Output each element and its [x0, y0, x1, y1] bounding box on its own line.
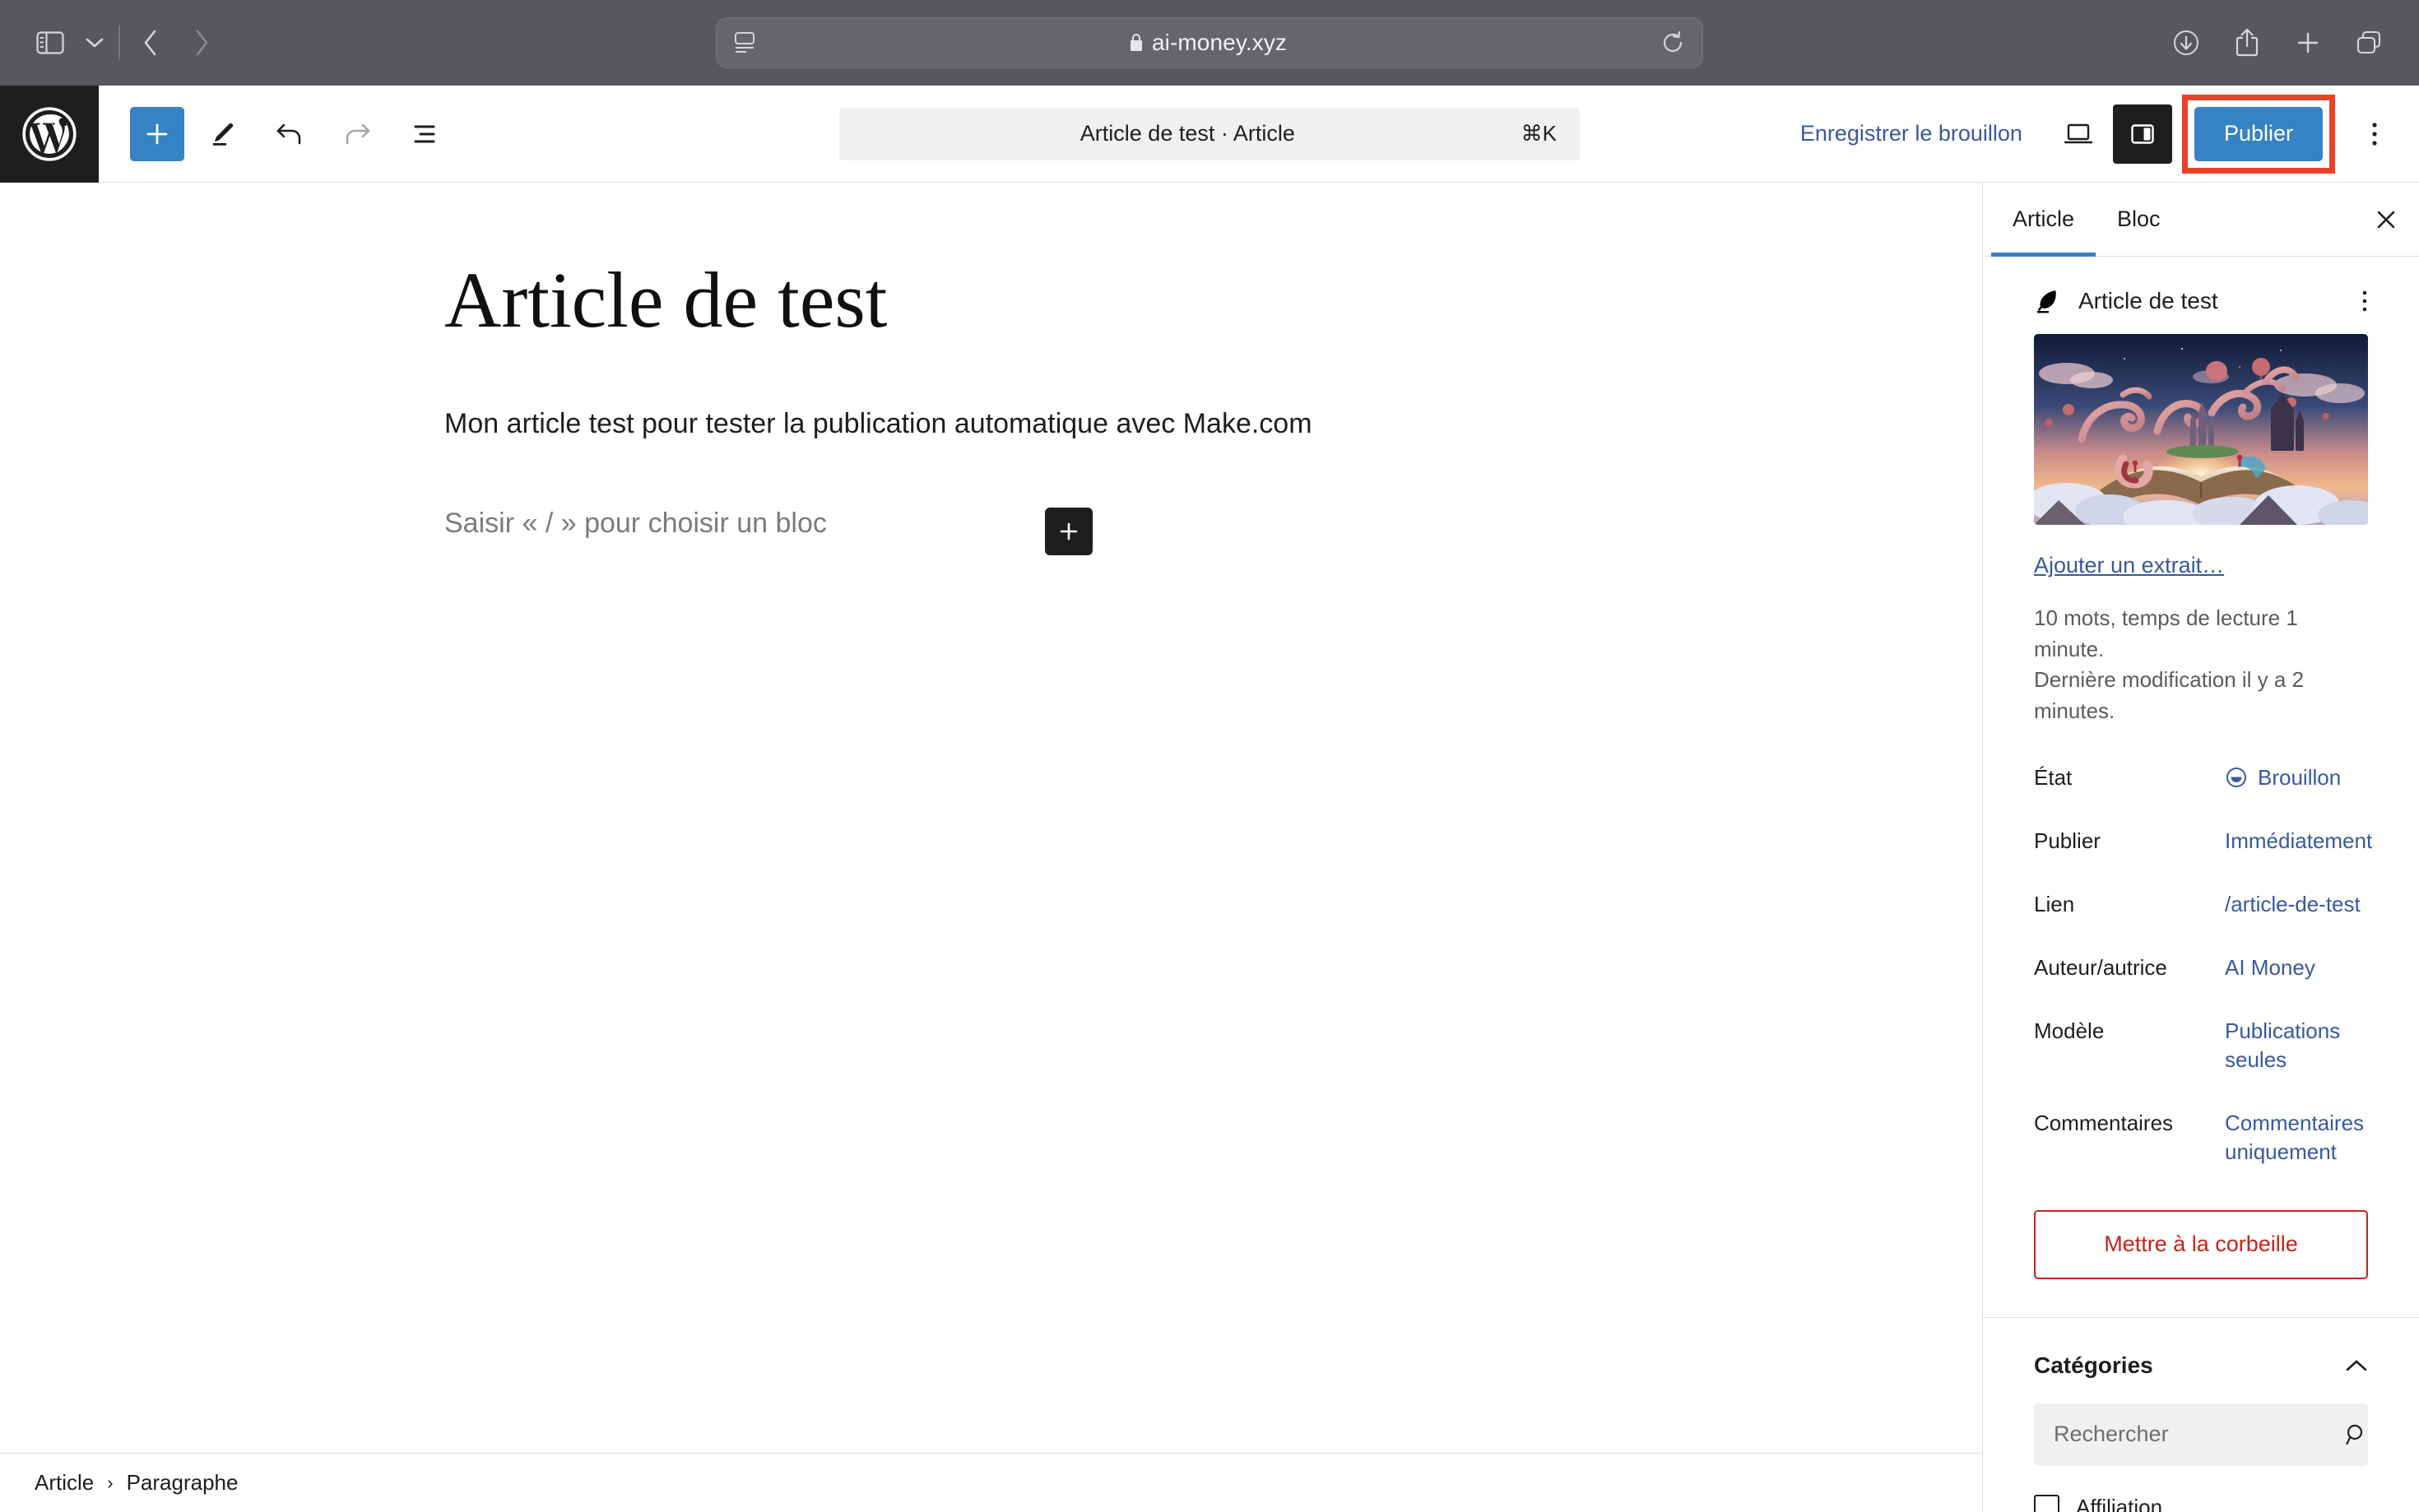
categories-panel-header[interactable]: Catégories: [2034, 1318, 2368, 1403]
plus-icon[interactable]: [2282, 17, 2333, 68]
empty-paragraph-placeholder[interactable]: Saisir « / » pour choisir un bloc: [444, 503, 1982, 545]
chevron-right-icon[interactable]: [176, 17, 227, 68]
breadcrumb: Article › Paragraphe: [0, 1453, 1982, 1512]
editor-header: Article de test · Article ⌘K Enregistrer…: [0, 85, 2419, 183]
post-summary-header: Article de test: [2034, 257, 2368, 334]
add-block-button[interactable]: [130, 106, 184, 161]
chevron-down-icon[interactable]: [76, 17, 114, 68]
categories-search-box[interactable]: [2034, 1403, 2368, 1466]
meta-value-template[interactable]: Publications seules: [2225, 1017, 2368, 1074]
meta-label-status: État: [2034, 764, 2073, 790]
categories-list: Affiliation Analyse: [2034, 1487, 2368, 1512]
document-title-bar[interactable]: Article de test · Article ⌘K: [839, 107, 1580, 160]
last-modified-line: Dernière modification il y a 2 minutes.: [2034, 667, 2305, 724]
address-bar[interactable]: ai-money.xyz: [716, 17, 1703, 68]
tab-bloc[interactable]: Bloc: [2096, 183, 2182, 256]
publish-button[interactable]: Publier: [2194, 106, 2323, 161]
draft-status-icon: [2225, 766, 2248, 789]
tab-article[interactable]: Article: [1991, 183, 2096, 257]
search-input[interactable]: [2054, 1422, 2345, 1447]
reload-icon[interactable]: [1661, 30, 1684, 55]
search-icon[interactable]: [2345, 1423, 2368, 1446]
meta-value-link[interactable]: /article-de-test: [2225, 890, 2361, 919]
lock-icon: [1129, 33, 1144, 53]
sidebar-tabs: Article Bloc: [1983, 183, 2419, 257]
category-label-affiliation: Affiliation: [2076, 1495, 2163, 1512]
meta-row-status: État Brouillon: [2034, 763, 2368, 792]
featured-image-artwork: [2034, 334, 2368, 525]
reader-view-icon[interactable]: [735, 31, 754, 54]
meta-label-link: Lien: [2034, 891, 2075, 916]
meta-row-publish: Publier Immédiatement: [2034, 827, 2372, 856]
quill-post-icon: [2034, 288, 2060, 314]
close-icon[interactable]: [2353, 183, 2419, 256]
breadcrumb-item-document[interactable]: Article: [35, 1470, 94, 1496]
post-summary-title: Article de test: [2078, 288, 2218, 313]
browser-left-controls: [25, 17, 227, 68]
editor-toolbar: [99, 104, 454, 164]
meta-value-status[interactable]: Brouillon: [2225, 763, 2341, 792]
wordpress-logo-icon[interactable]: [0, 85, 99, 183]
url-text: ai-money.xyz: [1151, 30, 1288, 55]
featured-image-thumbnail[interactable]: [2034, 334, 2368, 525]
document-title: Article de test · Article: [1079, 121, 1295, 146]
meta-row-comments: Commentaires Commentaires uniquement: [2034, 1109, 2368, 1166]
editor-header-actions: Enregistrer le brouillon Publier: [1779, 94, 2404, 174]
meta-row-author: Auteur/autrice AI Money: [2034, 953, 2368, 982]
meta-value-publish[interactable]: Immédiatement: [2225, 827, 2372, 856]
tab-overview-icon[interactable]: [2343, 17, 2394, 68]
browser-toolbar: ai-money.xyz: [0, 0, 2419, 86]
command-shortcut-label: ⌘K: [1521, 121, 1557, 146]
publish-button-highlight: Publier: [2181, 94, 2335, 174]
meta-label-publish: Publier: [2034, 828, 2101, 853]
meta-value-author[interactable]: AI Money: [2225, 953, 2315, 982]
pencil-icon[interactable]: [193, 104, 252, 164]
meta-row-link: Lien /article-de-test: [2034, 890, 2368, 919]
desktop-preview-icon[interactable]: [2049, 104, 2108, 164]
chevron-left-icon[interactable]: [125, 17, 176, 68]
address-bar-content: ai-money.xyz: [754, 30, 1661, 56]
breadcrumb-separator: ›: [107, 1472, 114, 1493]
share-icon[interactable]: [2222, 17, 2273, 68]
editor-canvas[interactable]: Article de test Mon article test pour te…: [0, 183, 1983, 1512]
settings-sidebar: Article Bloc Article de test Ajouter un …: [1983, 183, 2419, 1512]
redo-arrow-icon[interactable]: [327, 104, 387, 164]
downloads-icon[interactable]: [2161, 17, 2212, 68]
sidebar-icon[interactable]: [25, 17, 76, 68]
document-outline-icon[interactable]: [395, 104, 454, 164]
chevron-up-icon[interactable]: [2345, 1358, 2368, 1373]
settings-toggle-button[interactable]: [2112, 104, 2172, 164]
post-paragraph-block[interactable]: Mon article test pour tester la publicat…: [444, 403, 1982, 445]
tab-bloc-label: Bloc: [2117, 206, 2161, 231]
toolbar-divider: [118, 26, 120, 60]
categories-panel-title: Catégories: [2034, 1352, 2153, 1378]
meta-label-comments: Commentaires: [2034, 1111, 2174, 1136]
meta-label-template: Modèle: [2034, 1018, 2105, 1044]
post-stats: 10 mots, temps de lecture 1 minute. Dern…: [2034, 603, 2368, 727]
save-draft-button[interactable]: Enregistrer le brouillon: [1779, 121, 2044, 146]
category-item-affiliation[interactable]: Affiliation: [2034, 1487, 2368, 1512]
post-title-input[interactable]: Article de test: [444, 257, 1982, 344]
tab-article-label: Article: [2013, 206, 2075, 231]
breadcrumb-item-block[interactable]: Paragraphe: [127, 1470, 239, 1496]
add-excerpt-link[interactable]: Ajouter un extrait…: [2034, 553, 2224, 578]
inline-block-inserter-button[interactable]: [1045, 508, 1093, 555]
word-count-line: 10 mots, temps de lecture 1 minute.: [2034, 605, 2298, 661]
meta-value-comments[interactable]: Commentaires uniquement: [2225, 1109, 2368, 1166]
meta-row-template: Modèle Publications seules: [2034, 1017, 2368, 1074]
editor-body: Article de test Mon article test pour te…: [0, 183, 2419, 1512]
post-meta-list: État Brouillon Publier Immédiatement Lie…: [2034, 763, 2372, 1167]
browser-right-controls: [2161, 17, 2394, 68]
sidebar-content: Article de test Ajouter un extrait… 10 m…: [1983, 257, 2419, 1512]
post-content: Article de test Mon article test pour te…: [0, 183, 1982, 545]
meta-value-status-text: Brouillon: [2258, 764, 2342, 790]
three-dots-vertical-icon[interactable]: [2361, 289, 2368, 313]
meta-label-author: Auteur/autrice: [2034, 955, 2167, 981]
three-dots-vertical-icon[interactable]: [2345, 104, 2404, 164]
checkbox-affiliation[interactable]: [2034, 1495, 2059, 1512]
move-to-trash-button[interactable]: Mettre à la corbeille: [2034, 1209, 2368, 1279]
undo-arrow-icon[interactable]: [260, 104, 319, 164]
